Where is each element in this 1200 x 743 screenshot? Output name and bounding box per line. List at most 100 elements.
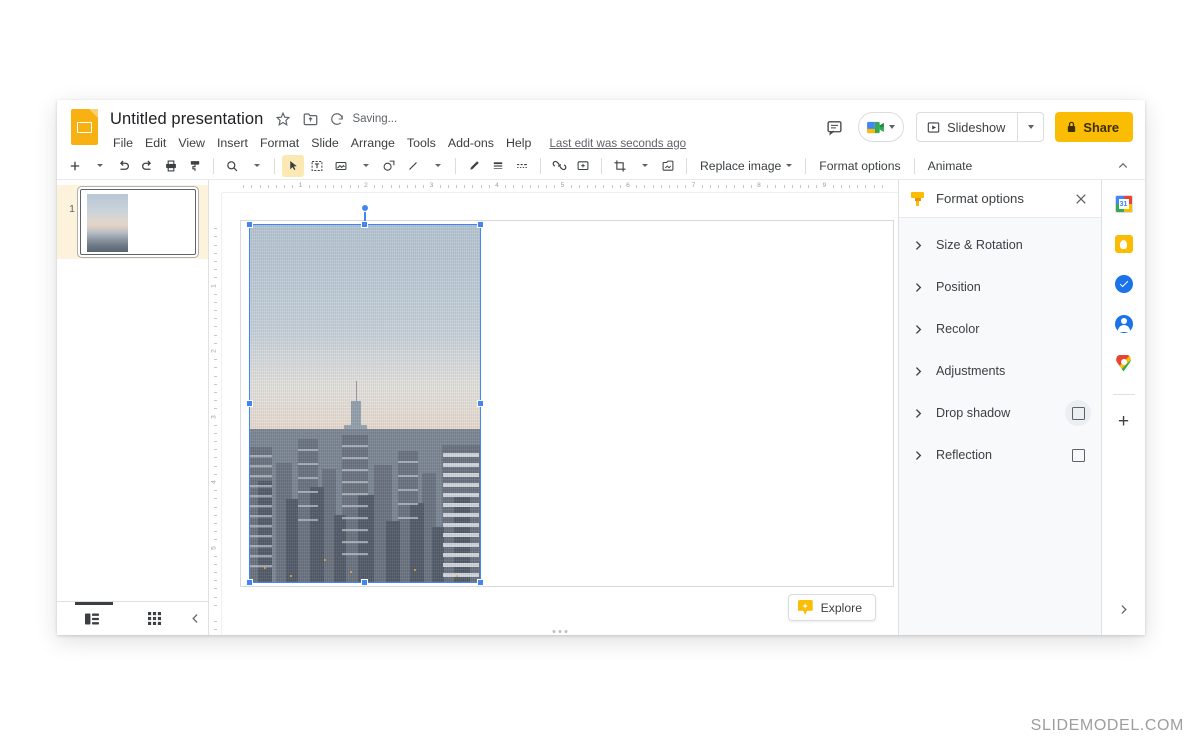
paint-roller-icon [910,191,925,206]
slide-thumbnail-1[interactable]: 1 [57,185,208,259]
header-actions: Slideshow Share [818,112,1133,142]
chevron-down-icon[interactable] [889,125,896,129]
menu-arrange[interactable]: Arrange [345,134,401,152]
present-icon [927,121,940,134]
border-color-button[interactable] [463,155,485,177]
reflection-checkbox-wrapper[interactable] [1065,442,1091,468]
google-tasks-icon[interactable] [1112,272,1136,296]
redo-button[interactable] [136,155,158,177]
format-row-recolor[interactable]: Recolor [899,308,1101,350]
collapse-toolbar-button[interactable] [1112,155,1134,177]
star-icon[interactable] [273,109,293,129]
cloud-sync-icon [327,109,347,129]
format-row-size-rotation[interactable]: Size & Rotation [899,224,1101,266]
add-comment-button[interactable] [572,155,594,177]
insert-image-dropdown[interactable] [354,155,376,177]
document-title[interactable]: Untitled presentation [107,109,266,130]
menu-add-ons[interactable]: Add-ons [442,134,500,152]
insert-image-button[interactable] [330,155,352,177]
toolbar-separator [540,157,541,174]
menu-file[interactable]: File [107,134,139,152]
slide-image-object[interactable] [250,225,480,582]
select-tool-button[interactable] [282,154,304,177]
animate-button[interactable]: Animate [921,155,980,177]
chevron-right-icon [907,366,929,377]
new-slide-button[interactable] [64,155,86,177]
google-meet-button[interactable] [858,112,905,142]
ruler-tick-label: 8 [757,182,761,189]
shape-button[interactable] [378,155,400,177]
filmstrip-footer [57,601,208,635]
watermark: SLIDEMODEL.COM [1030,717,1184,734]
ruler-tick-label: 5 [560,182,565,189]
filmstrip-view-button[interactable] [80,606,104,632]
menu-format[interactable]: Format [254,134,305,152]
zoom-button[interactable] [221,155,243,177]
slideshow-button[interactable]: Slideshow [917,113,1017,141]
add-addon-button[interactable]: + [1111,409,1137,435]
collapse-filmstrip-button[interactable] [184,606,208,632]
crop-dropdown[interactable] [633,155,655,177]
menu-slide[interactable]: Slide [305,134,345,152]
app-header: Untitled presentation Saving... File Edi… [57,100,1145,152]
explore-button[interactable]: Explore [787,594,876,621]
close-icon[interactable] [1069,187,1093,211]
reflection-checkbox[interactable] [1071,448,1085,462]
border-dash-button[interactable] [511,155,533,177]
google-slides-window: Untitled presentation Saving... File Edi… [57,100,1145,635]
drop-shadow-checkbox[interactable] [1071,406,1085,420]
move-to-folder-icon[interactable] [300,109,320,129]
vertical-ruler[interactable]: 1 2 3 4 5 [209,193,222,635]
format-row-drop-shadow[interactable]: Drop shadow [899,392,1101,434]
photo-cityscape-layer [250,428,480,582]
google-maps-icon[interactable] [1112,352,1136,376]
rotation-handle[interactable] [361,204,369,212]
line-dropdown[interactable] [426,155,448,177]
format-row-label: Reflection [936,448,993,462]
border-weight-button[interactable] [487,155,509,177]
speaker-notes-drag-handle[interactable] [552,630,568,633]
replace-image-button[interactable]: Replace image [693,155,799,177]
horizontal-ruler[interactable]: 1 2 3 4 5 6 7 8 9 [222,180,898,193]
menu-tools[interactable]: Tools [401,134,442,152]
crop-image-button[interactable] [609,155,631,177]
rotation-line [364,209,366,225]
replace-image-label: Replace image [700,158,782,173]
slide-filmstrip: 1 [57,180,209,635]
share-button[interactable]: Share [1055,112,1133,142]
expand-rail-button[interactable] [1112,597,1136,621]
google-keep-icon[interactable] [1112,232,1136,256]
slide-canvas[interactable]: Explore [222,193,898,635]
slideshow-label: Slideshow [947,119,1006,135]
undo-button[interactable] [112,155,134,177]
google-calendar-icon[interactable]: 31 [1112,192,1136,216]
drop-shadow-checkbox-wrapper[interactable] [1065,400,1091,426]
format-row-position[interactable]: Position [899,266,1101,308]
comment-history-button[interactable] [818,112,850,142]
zoom-dropdown[interactable] [245,155,267,177]
text-box-button[interactable] [306,155,328,177]
menu-insert[interactable]: Insert [211,134,254,152]
editor-canvas-area: 123456789 12345 Explore [209,180,898,635]
format-row-reflection[interactable]: Reflection [899,434,1101,476]
print-button[interactable] [160,155,182,177]
format-row-adjustments[interactable]: Adjustments [899,350,1101,392]
last-edit-link[interactable]: Last edit was seconds ago [549,137,686,150]
line-button[interactable] [402,155,424,177]
format-row-label: Adjustments [936,364,1006,378]
insert-link-button[interactable] [548,155,570,177]
menu-view[interactable]: View [172,134,211,152]
mask-image-button[interactable] [657,155,679,177]
menu-help[interactable]: Help [500,134,537,152]
slideshow-dropdown-button[interactable] [1017,113,1043,141]
grid-view-button[interactable] [142,606,166,632]
slides-logo[interactable] [71,109,98,145]
menu-edit[interactable]: Edit [139,134,172,152]
format-options-button[interactable]: Format options [812,155,907,177]
new-slide-dropdown[interactable] [88,155,110,177]
ruler-tick-label: 1 [298,182,303,189]
slide-surface[interactable] [240,204,894,587]
paint-format-button[interactable] [184,155,206,177]
chevron-right-icon [907,408,929,419]
google-contacts-icon[interactable] [1112,312,1136,336]
